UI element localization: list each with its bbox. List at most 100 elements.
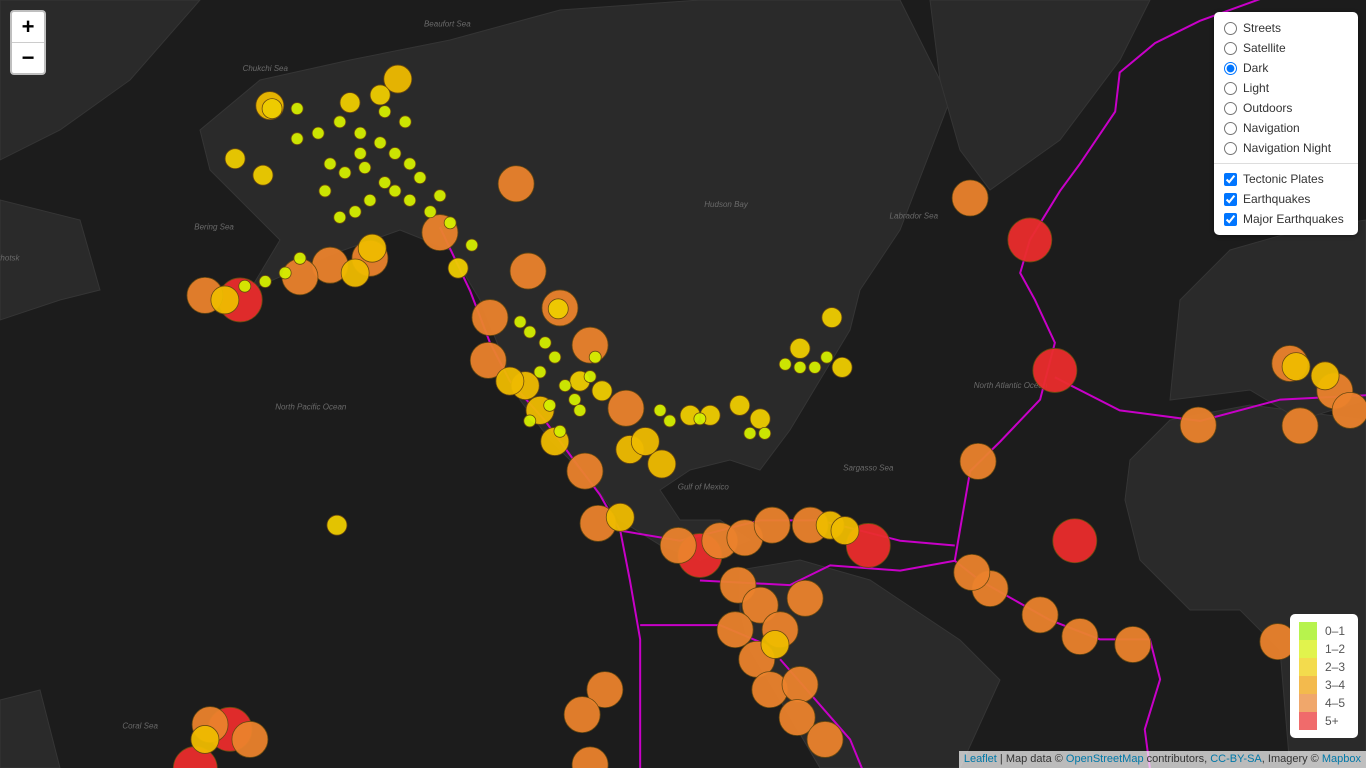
earthquake-marker[interactable]	[1281, 352, 1311, 381]
earthquake-marker[interactable]	[607, 389, 645, 427]
earthquake-marker[interactable]	[323, 157, 337, 171]
earthquake-marker[interactable]	[339, 92, 361, 114]
earthquake-marker[interactable]	[353, 126, 367, 140]
zoom-in-button[interactable]: +	[12, 12, 44, 42]
earthquake-marker[interactable]	[663, 414, 677, 428]
zoom-out-button[interactable]: −	[12, 42, 44, 73]
earthquake-marker[interactable]	[533, 365, 547, 379]
earthquake-marker[interactable]	[403, 193, 417, 207]
earthquake-marker[interactable]	[465, 238, 479, 252]
layer-option-streets[interactable]: Streets	[1224, 18, 1352, 38]
earthquake-marker[interactable]	[781, 666, 819, 703]
earthquake-marker[interactable]	[290, 132, 304, 146]
layer-option-navigation-night[interactable]: Navigation Night	[1224, 138, 1352, 158]
earthquake-marker[interactable]	[568, 393, 582, 406]
earthquake-marker[interactable]	[786, 579, 824, 617]
earthquake-marker[interactable]	[261, 98, 283, 120]
earthquake-marker[interactable]	[353, 147, 367, 160]
earthquake-marker[interactable]	[523, 414, 537, 428]
earthquake-marker[interactable]	[830, 516, 860, 545]
earthquake-marker[interactable]	[348, 205, 362, 219]
earthquake-marker[interactable]	[358, 161, 372, 175]
earthquake-marker[interactable]	[1179, 406, 1217, 444]
osm-link[interactable]: OpenStreetMap	[1066, 753, 1144, 765]
earthquake-marker[interactable]	[311, 126, 325, 140]
earthquake-marker[interactable]	[369, 84, 391, 106]
earthquake-marker[interactable]	[398, 115, 412, 129]
earthquake-marker[interactable]	[210, 285, 240, 315]
earthquake-marker[interactable]	[831, 356, 853, 378]
overlay-checkbox[interactable]	[1224, 192, 1237, 206]
earthquake-marker[interactable]	[547, 298, 569, 320]
earthquake-marker[interactable]	[326, 514, 348, 536]
earthquake-marker[interactable]	[224, 148, 246, 170]
base-layer-radio[interactable]	[1224, 61, 1237, 75]
earthquake-marker[interactable]	[573, 403, 587, 417]
earthquake-marker[interactable]	[497, 165, 535, 203]
earthquake-marker[interactable]	[760, 630, 790, 659]
layer-option-light[interactable]: Light	[1224, 78, 1352, 98]
leaflet-link[interactable]: Leaflet	[964, 753, 997, 765]
earthquake-marker[interactable]	[588, 350, 602, 364]
earthquake-marker[interactable]	[1061, 618, 1099, 655]
earthquake-marker[interactable]	[388, 184, 402, 198]
earthquake-marker[interactable]	[743, 426, 757, 440]
earthquake-marker[interactable]	[1281, 407, 1319, 445]
layer-option-major-earthquakes[interactable]: Major Earthquakes	[1224, 209, 1352, 229]
earthquake-marker[interactable]	[357, 233, 387, 263]
earthquake-marker[interactable]	[808, 360, 822, 374]
layer-option-tectonic-plates[interactable]: Tectonic Plates	[1224, 169, 1352, 189]
earthquake-marker[interactable]	[333, 210, 347, 224]
mapbox-link[interactable]: Mapbox	[1322, 753, 1361, 765]
layer-option-outdoors[interactable]: Outdoors	[1224, 98, 1352, 118]
earthquake-marker[interactable]	[758, 426, 772, 440]
earthquake-marker[interactable]	[443, 216, 457, 230]
earthquake-marker[interactable]	[789, 338, 811, 359]
earthquake-marker[interactable]	[373, 136, 387, 150]
earthquake-marker[interactable]	[806, 721, 844, 758]
overlay-checkbox[interactable]	[1224, 172, 1237, 186]
earthquake-marker[interactable]	[290, 102, 304, 116]
earthquake-marker[interactable]	[821, 307, 843, 328]
map-canvas[interactable]: Beaufort Sea Chukchi Sea Bering Sea Sea of …	[0, 0, 1366, 768]
earthquake-marker[interactable]	[447, 257, 469, 279]
earthquake-marker[interactable]	[388, 147, 402, 160]
earthquake-marker[interactable]	[820, 350, 834, 364]
earthquake-marker[interactable]	[553, 424, 567, 438]
earthquake-marker[interactable]	[605, 502, 635, 532]
base-layer-radio[interactable]	[1224, 81, 1237, 95]
earthquake-marker[interactable]	[238, 279, 252, 293]
earthquake-marker[interactable]	[548, 350, 562, 364]
earthquake-marker[interactable]	[333, 115, 347, 129]
earthquake-marker[interactable]	[793, 360, 807, 374]
earthquake-marker[interactable]	[513, 315, 527, 329]
earthquake-marker[interactable]	[423, 205, 437, 219]
earthquake-marker[interactable]	[1021, 596, 1059, 634]
earthquake-marker[interactable]	[951, 179, 989, 217]
earthquake-marker[interactable]	[433, 189, 447, 203]
earthquake-marker[interactable]	[509, 252, 547, 290]
earthquake-marker[interactable]	[1052, 518, 1098, 564]
earthquake-marker[interactable]	[749, 408, 771, 430]
overlay-checkbox[interactable]	[1224, 212, 1237, 226]
earthquake-marker[interactable]	[495, 366, 525, 396]
earthquake-marker[interactable]	[252, 164, 274, 186]
earthquake-marker[interactable]	[1310, 361, 1340, 391]
earthquake-marker[interactable]	[231, 721, 269, 758]
base-layer-radio[interactable]	[1224, 121, 1237, 135]
base-layer-radio[interactable]	[1224, 101, 1237, 115]
earthquake-marker[interactable]	[583, 370, 597, 383]
earthquake-marker[interactable]	[293, 251, 307, 265]
earthquake-marker[interactable]	[653, 403, 667, 417]
layer-option-earthquakes[interactable]: Earthquakes	[1224, 189, 1352, 209]
earthquake-marker[interactable]	[538, 336, 552, 350]
earthquake-marker[interactable]	[563, 696, 601, 734]
earthquake-marker[interactable]	[1331, 391, 1366, 429]
layer-option-dark[interactable]: Dark	[1224, 58, 1352, 78]
earthquake-marker[interactable]	[340, 258, 370, 288]
earthquake-marker[interactable]	[471, 299, 509, 336]
earthquake-marker[interactable]	[591, 380, 613, 402]
license-link[interactable]: CC-BY-SA	[1210, 753, 1262, 765]
earthquake-marker[interactable]	[403, 157, 417, 171]
layer-option-navigation[interactable]: Navigation	[1224, 118, 1352, 138]
